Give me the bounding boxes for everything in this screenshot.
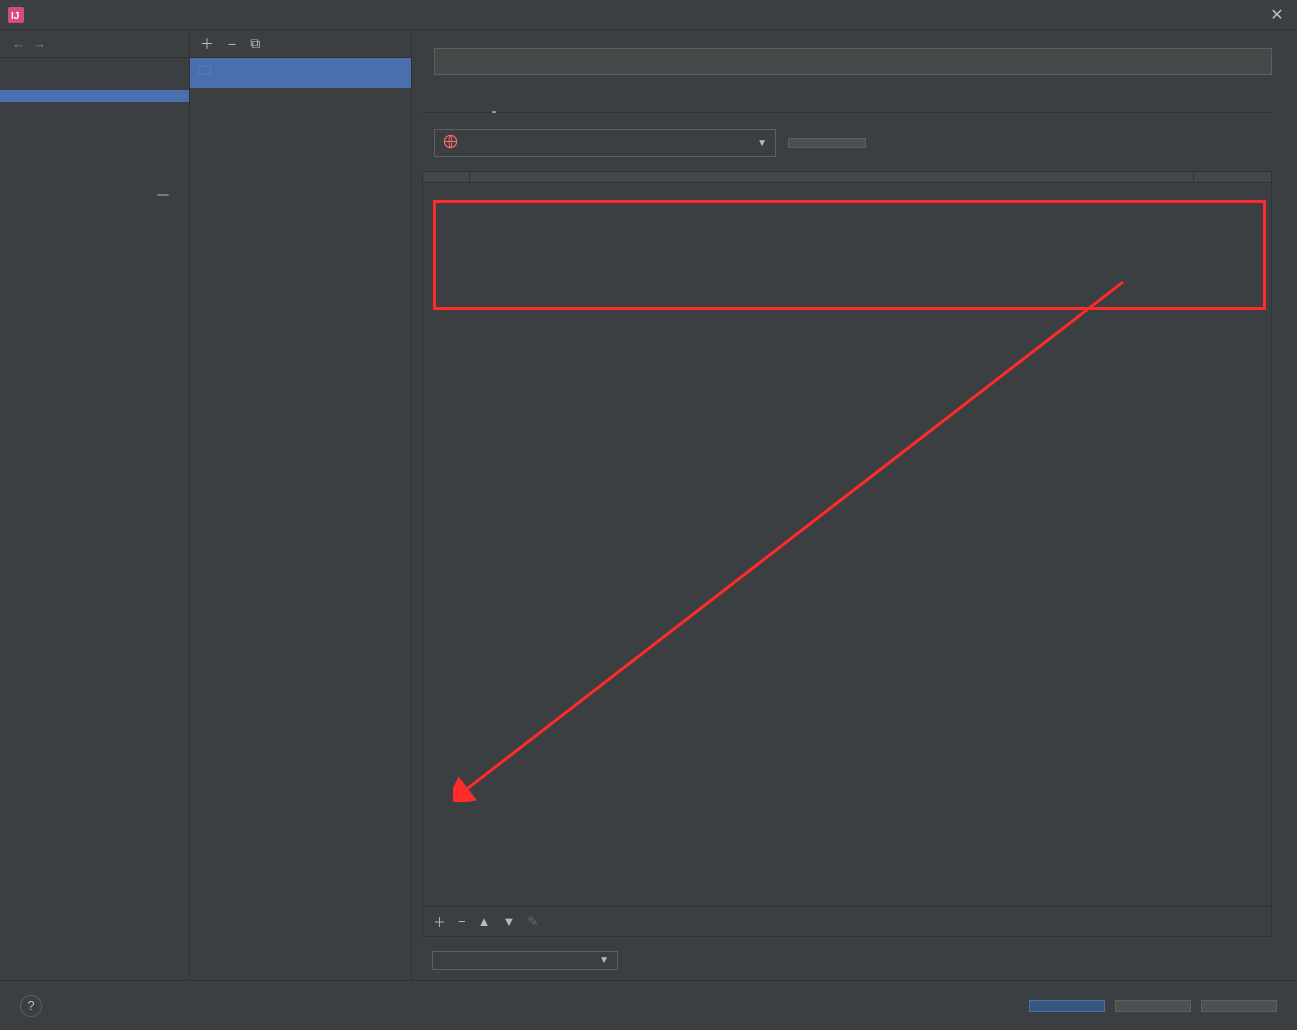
close-button[interactable]: ✕ bbox=[1265, 5, 1289, 25]
tab-sources[interactable] bbox=[432, 95, 436, 113]
problems-badge bbox=[157, 194, 169, 196]
tab-paths[interactable] bbox=[462, 95, 466, 113]
nav-back[interactable]: ← bbox=[12, 36, 25, 51]
dep-remove-button[interactable]: − bbox=[458, 914, 466, 929]
sdk-combo[interactable]: ▼ bbox=[434, 129, 776, 157]
sidebar-item-artifacts[interactable] bbox=[0, 126, 189, 138]
sidebar-item-sdks[interactable] bbox=[0, 150, 189, 162]
module-editor: ▼ ＋ − ▲ ▼ ✎ bbox=[412, 30, 1297, 980]
globe-icon bbox=[443, 134, 458, 152]
dep-add-button[interactable]: ＋ bbox=[433, 912, 446, 931]
dep-up-button[interactable]: ▲ bbox=[478, 914, 491, 929]
chevron-down-icon: ▼ bbox=[599, 955, 609, 966]
heading-project-settings bbox=[0, 66, 189, 78]
storage-combo[interactable]: ▼ bbox=[432, 951, 618, 970]
module-tabs bbox=[422, 85, 1272, 113]
chevron-down-icon: ▼ bbox=[757, 138, 767, 149]
nav-history: ← → bbox=[0, 30, 189, 58]
sidebar-item-project[interactable] bbox=[0, 78, 189, 90]
heading-platform-settings bbox=[0, 138, 189, 150]
modules-panel: ＋ − ⧉ 🗀 bbox=[190, 30, 412, 980]
col-export bbox=[423, 172, 470, 182]
sidebar-item-modules[interactable] bbox=[0, 90, 189, 102]
sidebar-item-global-libraries[interactable] bbox=[0, 162, 189, 174]
titlebar: IJ ✕ bbox=[0, 0, 1297, 30]
left-sidebar: ← → bbox=[0, 30, 190, 980]
col-scope bbox=[1193, 172, 1271, 182]
dep-edit-button: ✎ bbox=[527, 914, 538, 930]
dep-down-button[interactable]: ▼ bbox=[502, 914, 515, 929]
sidebar-item-facets[interactable] bbox=[0, 114, 189, 126]
remove-module-button[interactable]: − bbox=[228, 36, 236, 52]
tab-dependencies[interactable] bbox=[492, 95, 496, 113]
sidebar-item-libraries[interactable] bbox=[0, 102, 189, 114]
copy-module-button[interactable]: ⧉ bbox=[250, 35, 260, 52]
dialog-buttons: ? bbox=[0, 980, 1297, 1030]
sidebar-item-problems[interactable] bbox=[0, 188, 189, 202]
name-input[interactable] bbox=[434, 48, 1272, 75]
sdk-edit-button[interactable] bbox=[788, 138, 866, 148]
svg-text:IJ: IJ bbox=[11, 11, 19, 22]
module-item[interactable]: 🗀 bbox=[190, 58, 411, 88]
dependencies-table: ＋ − ▲ ▼ ✎ bbox=[422, 171, 1272, 937]
add-module-button[interactable]: ＋ bbox=[200, 34, 214, 54]
app-icon: IJ bbox=[8, 7, 24, 23]
apply-button[interactable] bbox=[1201, 1000, 1277, 1012]
ok-button[interactable] bbox=[1029, 1000, 1105, 1012]
nav-forward[interactable]: → bbox=[33, 36, 46, 51]
folder-icon: 🗀 bbox=[198, 62, 211, 84]
cancel-button[interactable] bbox=[1115, 1000, 1191, 1012]
help-button[interactable]: ? bbox=[20, 995, 42, 1017]
